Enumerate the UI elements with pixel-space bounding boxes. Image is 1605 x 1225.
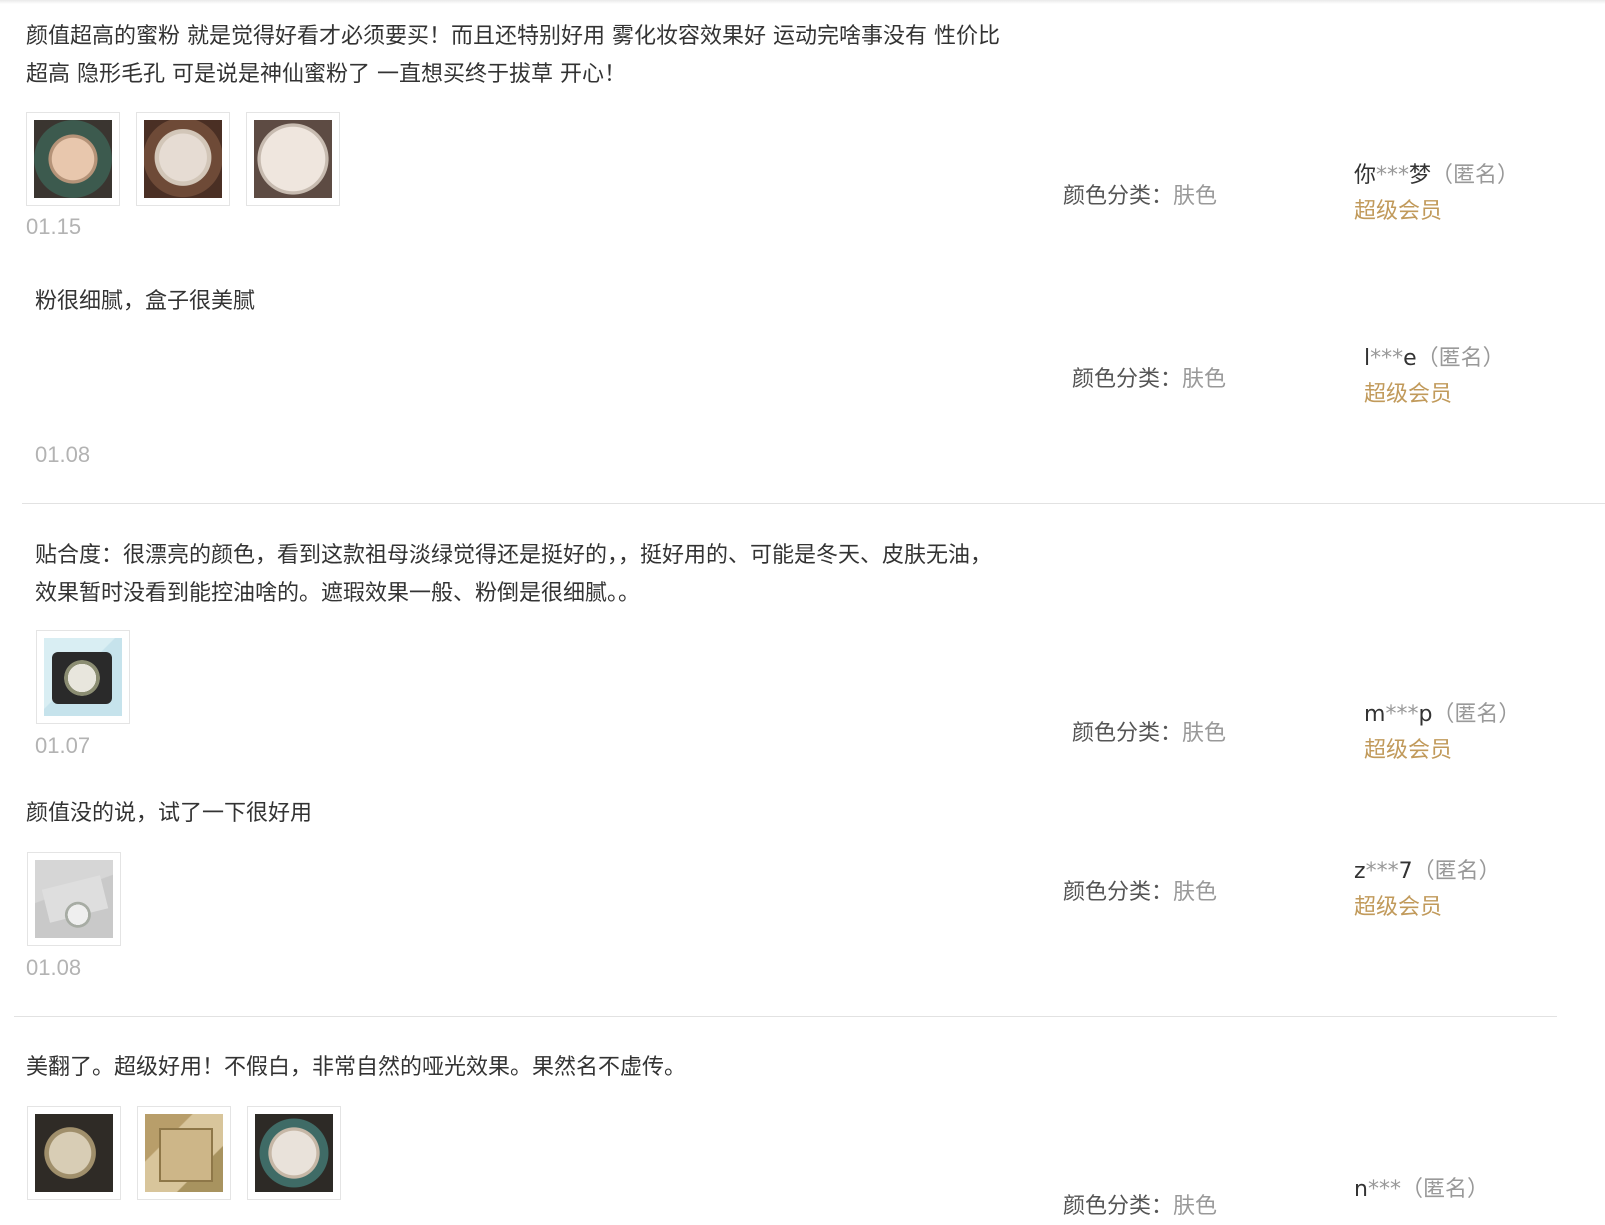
review-photo — [255, 1114, 333, 1192]
member-level: 超级会员 — [1354, 895, 1443, 920]
sku-value: 肤色 — [1182, 721, 1227, 746]
reviewer-info: z***7（匿名） 超级会员 — [1354, 854, 1574, 926]
member-level: 超级会员 — [1364, 382, 1453, 407]
review-text: 粉很细腻，盒子很美腻 — [35, 289, 256, 314]
review-text: 颜值没的说，试了一下很好用 — [26, 801, 313, 826]
reviewer-name: n***（匿名） — [1354, 1177, 1489, 1202]
review-photos — [27, 1106, 341, 1200]
sku-label: 颜色分类： — [1072, 721, 1183, 746]
reviewer-info: l***e（匿名） 超级会员 — [1364, 341, 1584, 413]
reviewer-name: 你***梦（匿名） — [1354, 163, 1520, 188]
review-photo — [254, 120, 332, 198]
reviewer-info: 你***梦（匿名） 超级会员 — [1354, 158, 1574, 230]
sku-value: 肤色 — [1173, 184, 1218, 209]
review-photo — [44, 638, 122, 716]
review-divider — [14, 1016, 1557, 1017]
review-photo-thumb[interactable] — [27, 1106, 121, 1200]
review-photos — [26, 112, 340, 206]
anonymous-tag: （匿名） — [1412, 859, 1501, 884]
sku-info: 颜色分类：肤色 — [1063, 874, 1217, 906]
sku-info: 颜色分类：肤色 — [1072, 715, 1226, 747]
anonymous-tag: （匿名） — [1416, 346, 1505, 371]
review-text: 贴合度：很漂亮的颜色，看到这款祖母淡绿觉得还是挺好的，，挺好用的、可能是冬天、皮… — [35, 543, 993, 606]
anonymous-tag: （匿名） — [1431, 163, 1520, 188]
sku-label: 颜色分类： — [1063, 880, 1174, 905]
sku-label: 颜色分类： — [1063, 184, 1174, 209]
sku-value: 肤色 — [1182, 367, 1227, 392]
reviewer-info: m***p（匿名） 超级会员 — [1364, 697, 1584, 769]
review-photo-thumb[interactable] — [137, 1106, 231, 1200]
review-date: 01.07 — [35, 733, 91, 758]
review-photo — [34, 120, 112, 198]
review-text: 美翻了。超级好用！不假白，非常自然的哑光效果。果然名不虚传。 — [26, 1055, 687, 1080]
anonymous-tag: （匿名） — [1432, 702, 1521, 727]
review-text: 颜值超高的蜜粉 就是觉得好看才必须要买！而且还特别好用 雾化妆容效果好 运动完啥… — [26, 24, 1000, 87]
review-divider — [22, 503, 1605, 504]
sku-label: 颜色分类： — [1072, 367, 1183, 392]
anonymous-tag: （匿名） — [1400, 1177, 1489, 1202]
member-level: 超级会员 — [1364, 738, 1453, 763]
member-level: 超级会员 — [1354, 199, 1443, 224]
review-photos — [36, 630, 130, 724]
review-photo-thumb[interactable] — [247, 1106, 341, 1200]
reviewer-info: n***（匿名） — [1354, 1172, 1574, 1208]
review-photo — [35, 1114, 113, 1192]
reviewer-name: l***e（匿名） — [1364, 346, 1505, 371]
review-photo-thumb[interactable] — [136, 112, 230, 206]
reviewer-name: m***p（匿名） — [1364, 702, 1521, 727]
review-photo-thumb[interactable] — [26, 112, 120, 206]
review-photo-thumb[interactable] — [27, 852, 121, 946]
sku-value: 肤色 — [1173, 880, 1218, 905]
sku-info: 颜色分类：肤色 — [1063, 178, 1217, 210]
top-border — [0, 0, 1605, 4]
sku-value: 肤色 — [1173, 1194, 1218, 1219]
review-photo — [35, 860, 113, 938]
review-date: 01.08 — [26, 955, 82, 980]
review-photo-thumb[interactable] — [36, 630, 130, 724]
review-photo — [145, 1114, 223, 1192]
review-photo-thumb[interactable] — [246, 112, 340, 206]
review-photos — [27, 852, 121, 946]
sku-info: 颜色分类：肤色 — [1072, 361, 1226, 393]
review-date: 01.15 — [26, 214, 82, 239]
sku-label: 颜色分类： — [1063, 1194, 1174, 1219]
review-date: 01.08 — [35, 442, 91, 467]
reviewer-name: z***7（匿名） — [1354, 859, 1501, 884]
sku-info: 颜色分类：肤色 — [1063, 1188, 1217, 1220]
review-photo — [144, 120, 222, 198]
